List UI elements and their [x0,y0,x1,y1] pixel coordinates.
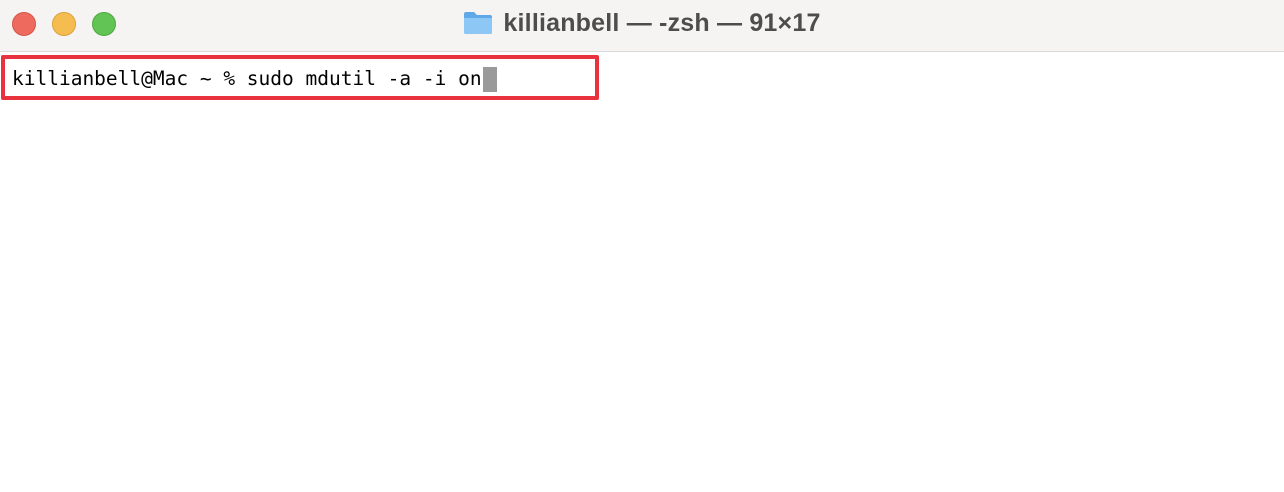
command-text: killianbell@Mac ~ % sudo mdutil -a -i on [12,67,482,90]
folder-icon [464,12,493,34]
terminal-window: killianbell — -zsh — 91×17 killianbell@M… [0,0,1284,492]
window-title-text: killianbell — -zsh — 91×17 [503,8,821,37]
text-cursor [482,66,497,92]
title-bar[interactable]: killianbell — -zsh — 91×17 [0,0,1284,52]
terminal-content[interactable]: killianbell@Mac ~ % sudo mdutil -a -i on [0,53,1284,492]
window-title: killianbell — -zsh — 91×17 [0,0,1284,46]
prompt-line: killianbell@Mac ~ % sudo mdutil -a -i on [12,66,497,92]
